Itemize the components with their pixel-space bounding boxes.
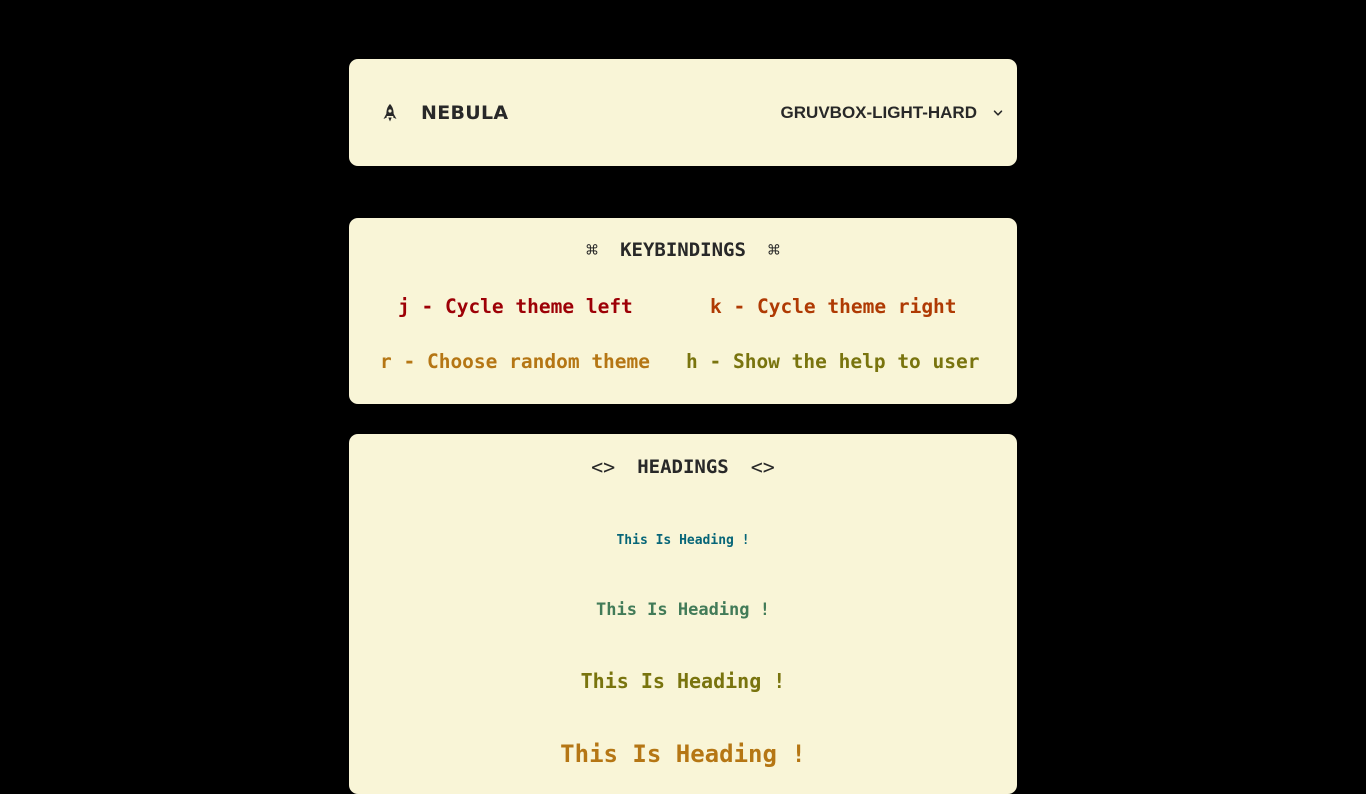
keybindings-card: ⌘ KEYBINDINGS ⌘ j - Cycle theme left k -… (349, 218, 1017, 404)
keybinding-k: k - Cycle theme right (710, 295, 957, 318)
heading-5: This Is Heading ! (596, 600, 770, 620)
heading-3: This Is Heading ! (560, 740, 806, 768)
headings-title: <> HEADINGS <> (349, 455, 1017, 479)
brand-name: NEBULA (421, 101, 509, 124)
theme-select-value: GRUVBOX-LIGHT-HARD (780, 102, 977, 122)
keybinding-r: r - Choose random theme (380, 350, 651, 373)
heading-6: This Is Heading ! (616, 533, 750, 548)
command-icon: ⌘ (586, 238, 599, 262)
code-icon: <> (591, 455, 616, 479)
keybindings-title: ⌘ KEYBINDINGS ⌘ (349, 238, 1017, 262)
code-icon: <> (750, 455, 775, 479)
headings-card: <> HEADINGS <> This Is Heading ! This Is… (349, 434, 1017, 794)
brand[interactable]: NEBULA (380, 59, 508, 166)
heading-4: This Is Heading ! (580, 669, 786, 693)
chevron-down-icon (993, 109, 1003, 116)
keybinding-j: j - Cycle theme left (398, 295, 633, 318)
navbar: NEBULA GRUVBOX-LIGHT-HARD (349, 59, 1017, 166)
keybinding-h: h - Show the help to user (686, 350, 980, 373)
command-icon: ⌘ (767, 238, 780, 262)
rocket-icon (383, 103, 397, 121)
theme-select[interactable]: GRUVBOX-LIGHT-HARD (781, 59, 1003, 166)
keybindings-title-text: KEYBINDINGS (620, 239, 746, 261)
headings-title-text: HEADINGS (637, 456, 729, 478)
